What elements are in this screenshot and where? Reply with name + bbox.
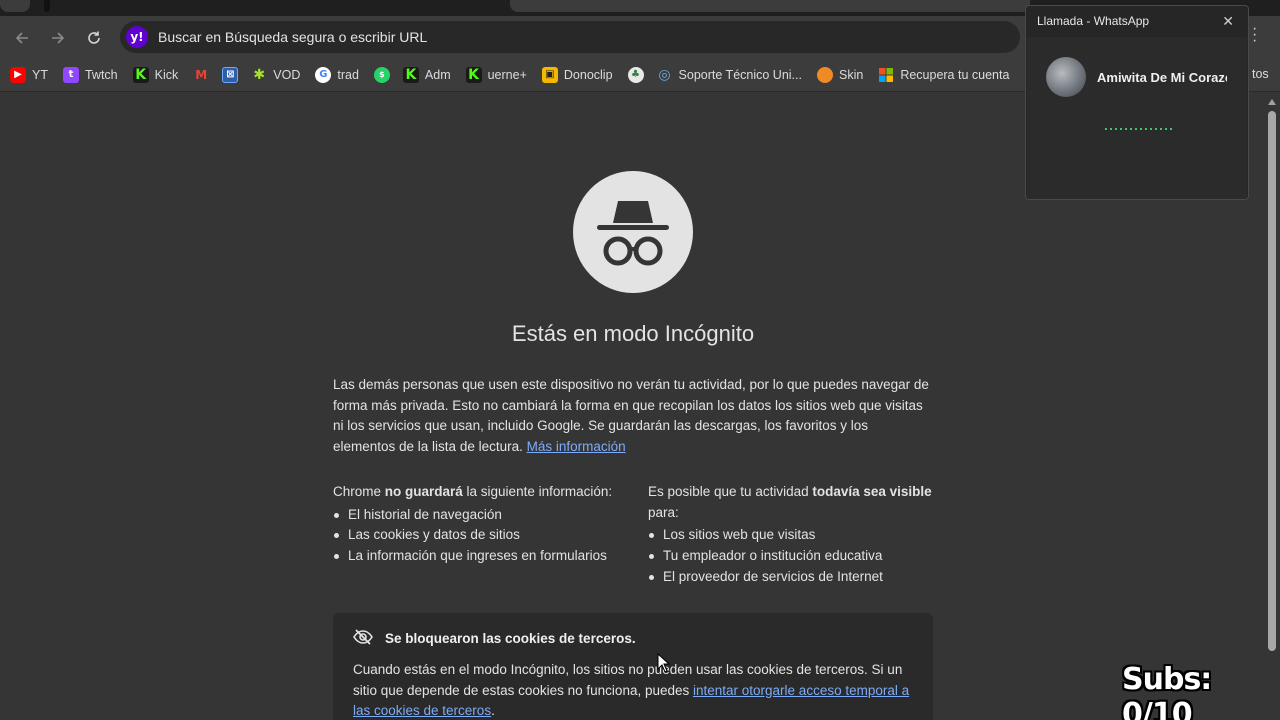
address-bar-placeholder: Buscar en Búsqueda segura o escribir URL (158, 29, 428, 45)
kick-icon: K (132, 66, 149, 83)
bookmark-gmail[interactable]: M (193, 67, 209, 83)
not-saved-heading: Chrome no guardará la siguiente informac… (333, 482, 633, 503)
menu-kebab-icon[interactable]: · · · (1252, 21, 1257, 49)
microsoft-icon (878, 67, 894, 83)
bookmark-soporte[interactable]: ◎ Soporte Técnico Uni... (657, 67, 802, 83)
bookmark-skin[interactable]: Skin (816, 66, 864, 83)
bookmark-trad[interactable]: G trad (315, 66, 359, 83)
bookmark-donoclip[interactable]: ▣ Donoclip (541, 66, 613, 83)
eye-off-icon (353, 629, 373, 648)
heading-text: para: (648, 504, 679, 520)
address-bar[interactable]: y! Buscar en Búsqueda segura o escribir … (120, 21, 1020, 53)
subs-counter-overlay: Subs: 0/10 (1122, 662, 1212, 720)
bookmark-kick[interactable]: K Kick (132, 66, 179, 83)
bookmark-label: trad (337, 67, 359, 82)
youtube-icon: ▶ (10, 66, 26, 83)
bookmark-label: Kick (154, 67, 179, 82)
scrollbar-thumb[interactable] (1268, 111, 1276, 651)
intro-text: Las demás personas que usen este disposi… (333, 377, 929, 455)
cookies-card-title: Se bloquearon las cookies de terceros. (353, 629, 913, 648)
tab[interactable] (510, 0, 1030, 12)
bookmark-grid[interactable]: ⊠ (222, 66, 239, 83)
google-icon: G (315, 66, 332, 83)
vod-icon: ✱ (253, 66, 266, 83)
list-item: El historial de navegación (333, 505, 633, 526)
globe-icon: ◎ (658, 66, 671, 83)
visible-to-list: Los sitios web que visitas Tu empleador … (648, 525, 938, 587)
list-item: La información que ingreses en formulari… (333, 546, 633, 567)
list-item: Tu empleador o institución educativa (648, 546, 938, 567)
third-party-cookies-card: Se bloquearon las cookies de terceros. C… (333, 613, 933, 720)
calling-indicator (1105, 128, 1173, 130)
heading-bold: todavía sea visible (812, 484, 932, 499)
pumpkin-icon (816, 66, 833, 83)
donoclip-icon: ▣ (541, 66, 558, 83)
not-saved-list: El historial de navegación Las cookies y… (333, 505, 633, 567)
bookmark-crest[interactable]: ♣ (627, 66, 644, 83)
crest-icon: ♣ (627, 66, 644, 83)
kick-icon: K (402, 66, 419, 83)
bookmark-label: YT (32, 67, 48, 82)
bookmark-green[interactable]: $ (373, 66, 390, 83)
bookmark-label: Twtch (84, 67, 118, 82)
heading-text: Es posible que tu actividad (648, 484, 813, 499)
yahoo-icon: y! (126, 26, 148, 48)
incognito-icon (573, 171, 693, 293)
bookmark-uerne[interactable]: K uerne+ (465, 66, 527, 83)
close-icon[interactable]: ✕ (1222, 13, 1234, 30)
tab-favicon (44, 0, 50, 12)
green-circle-icon: $ (373, 66, 390, 83)
bookmark-adm[interactable]: K Adm (402, 66, 451, 83)
bookmark-recupera[interactable]: Recupera tu cuenta (878, 67, 1009, 83)
reload-icon[interactable] (80, 24, 108, 52)
heading-text: Chrome (333, 484, 385, 499)
list-item: Las cookies y datos de sitios (333, 525, 633, 546)
list-item: Los sitios web que visitas (648, 525, 938, 546)
bookmark-label: Soporte Técnico Uni... (678, 67, 802, 82)
heading-text: la siguiente información: (462, 484, 613, 499)
scroll-up-arrow-icon[interactable] (1268, 99, 1276, 105)
cookies-card-body: Cuando estás en el modo Incógnito, los s… (353, 660, 913, 720)
visible-to-heading: Es posible que tu actividad todavía sea … (648, 482, 938, 523)
bookmark-vod[interactable]: ✱ VOD (251, 67, 300, 83)
bookmarks-overflow-text: tos (1252, 67, 1269, 81)
avatar (1046, 57, 1086, 97)
forward-arrow-icon[interactable] (44, 24, 72, 52)
cookies-title-text: Se bloquearon las cookies de terceros. (385, 631, 636, 646)
page-scrollbar[interactable] (1264, 93, 1280, 720)
whatsapp-call-window[interactable]: Llamada - WhatsApp ✕ Amiwita De Mi Coraz… (1025, 5, 1249, 200)
list-item: El proveedor de servicios de Internet (648, 567, 938, 588)
back-arrow-icon[interactable] (8, 24, 36, 52)
contact-name: Amiwita De Mi Corazón (1097, 70, 1227, 85)
visible-to-column: Es posible que tu actividad todavía sea … (648, 482, 938, 588)
bookmark-label: Skin (838, 67, 864, 82)
incognito-intro: Las demás personas que usen este disposi… (333, 375, 933, 458)
cookies-text-end: . (491, 703, 495, 719)
whatsapp-window-title: Llamada - WhatsApp (1037, 14, 1150, 28)
tab[interactable] (0, 0, 30, 12)
twitch-icon: t (62, 66, 79, 83)
bookmark-twtch[interactable]: t Twtch (62, 66, 118, 83)
bookmark-label: VOD (273, 67, 301, 82)
bookmark-label: Adm (424, 67, 451, 82)
not-saved-column: Chrome no guardará la siguiente informac… (333, 482, 633, 567)
gmail-icon: M (195, 67, 208, 82)
more-info-link[interactable]: Más información (527, 439, 626, 454)
bookmark-label: Recupera tu cuenta (900, 67, 1010, 82)
grid-app-icon: ⊠ (222, 66, 239, 83)
bookmark-label: uerne+ (487, 67, 527, 82)
bookmark-yt[interactable]: ▶ YT (10, 66, 48, 83)
mouse-cursor-icon (657, 652, 671, 678)
whatsapp-call-body: Amiwita De Mi Corazón (1027, 37, 1247, 199)
page-title: Estás en modo Incógnito (511, 321, 755, 346)
heading-bold: no guardará (384, 484, 463, 499)
bookmark-label: Donoclip (563, 67, 613, 82)
kick-icon: K (465, 66, 482, 83)
